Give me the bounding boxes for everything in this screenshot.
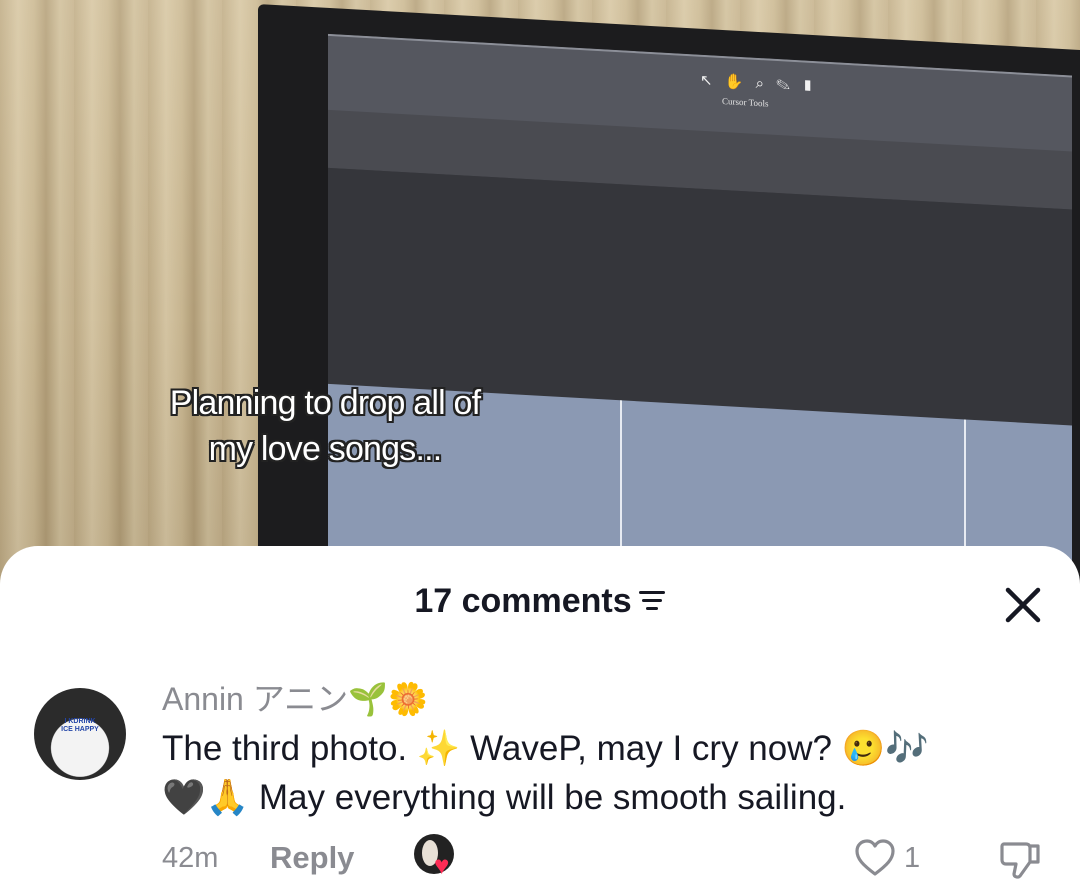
like-button[interactable]: [854, 838, 896, 883]
heart-badge-icon: ♥: [434, 850, 450, 880]
heart-outline-icon: [855, 839, 895, 876]
reply-button[interactable]: Reply: [270, 840, 354, 876]
avatar[interactable]: I KDRINK ICE HAPPY: [34, 688, 126, 780]
comments-header: 17 comments: [0, 546, 1080, 656]
caption-line-1: Planning to drop all of: [169, 384, 481, 422]
thumbs-down-icon: [1000, 842, 1040, 879]
cursor-tools-icon: ↖ ✋ ⌕ ✎ ▮: [700, 71, 818, 96]
comment-timestamp: 42m: [162, 842, 219, 874]
video-caption: Planning to drop all of my love songs...: [120, 380, 530, 472]
comments-count-title[interactable]: 17 comments: [0, 582, 1080, 623]
like-count: 1: [904, 842, 921, 874]
comments-count-label: 17 comments: [414, 582, 632, 620]
comment-text-line-2: 🖤🙏 May everything will be smooth sailing…: [162, 778, 847, 817]
comment-item: I KDRINK ICE HAPPY Annin アニン🌱🌼 The third…: [0, 672, 1080, 893]
close-button[interactable]: [1000, 582, 1046, 628]
screen-toolbar-label: Cursor Tools: [722, 95, 769, 109]
comment-meta: 42m Reply ♥ 1: [162, 834, 1062, 883]
close-icon: [1005, 587, 1041, 623]
creator-liked-badge: ♥: [414, 834, 458, 878]
dislike-button[interactable]: [998, 838, 1044, 887]
caption-line-2: my love songs...: [208, 430, 443, 468]
avatar-shirt-text: I KDRINK ICE HAPPY: [61, 718, 99, 733]
comment-text: The third photo. ✨ WaveP, may I cry now?…: [162, 724, 1042, 822]
comments-sheet: 17 comments I KDRINK ICE HAPPY Annin アニン…: [0, 546, 1080, 893]
filter-icon[interactable]: [638, 581, 666, 620]
comment-username[interactable]: Annin アニン🌱🌼: [162, 674, 428, 720]
comment-text-line-1: The third photo. ✨ WaveP, may I cry now?…: [162, 729, 929, 768]
